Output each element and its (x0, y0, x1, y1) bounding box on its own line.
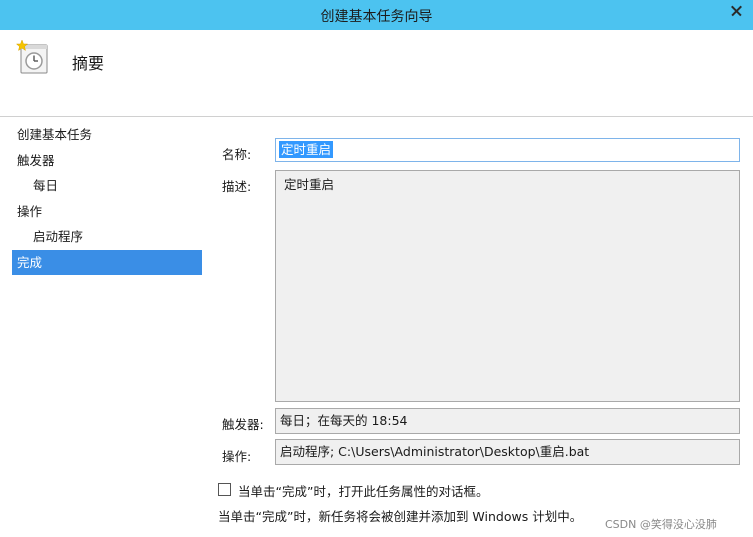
wizard-steps: 创建基本任务 触发器 每日 操作 启动程序 完成 (12, 122, 202, 275)
open-properties-checkbox-label[interactable]: 当单击“完成”时，打开此任务属性的对话框。 (238, 481, 488, 500)
action-label: 操作: (222, 449, 252, 464)
watermark: CSDN @笑得没心没肺 (605, 518, 717, 531)
step-trigger[interactable]: 触发器 (12, 148, 202, 174)
window-title: 创建基本任务向导 (320, 9, 433, 25)
name-field[interactable]: 定时重启 (275, 138, 740, 162)
task-clock-icon (16, 40, 48, 74)
trigger-label: 触发器: (222, 417, 264, 432)
name-value: 定时重启 (279, 141, 334, 158)
step-finish[interactable]: 完成 (12, 249, 202, 275)
step-create-basic-task[interactable]: 创建基本任务 (12, 122, 202, 148)
finish-note: 当单击“完成”时，新任务将会被创建并添加到 Windows 计划中。 (218, 509, 583, 524)
description-field: 定时重启 (275, 170, 740, 402)
title-bar: 创建基本任务向导 (0, 0, 753, 30)
wizard-header: 摘要 (0, 30, 753, 116)
open-properties-checkbox[interactable] (218, 483, 231, 496)
step-action[interactable]: 操作 (12, 199, 202, 225)
page-title: 摘要 (72, 54, 105, 73)
close-icon[interactable] (719, 0, 753, 22)
description-label: 描述: (222, 179, 252, 194)
name-label: 名称: (222, 147, 252, 162)
step-start-program[interactable]: 启动程序 (12, 224, 202, 250)
header-divider (0, 116, 753, 117)
action-field: 启动程序; C:\Users\Administrator\Desktop\重启.… (275, 439, 740, 465)
trigger-field: 每日；在每天的 18:54 (275, 408, 740, 434)
step-daily[interactable]: 每日 (12, 173, 202, 199)
